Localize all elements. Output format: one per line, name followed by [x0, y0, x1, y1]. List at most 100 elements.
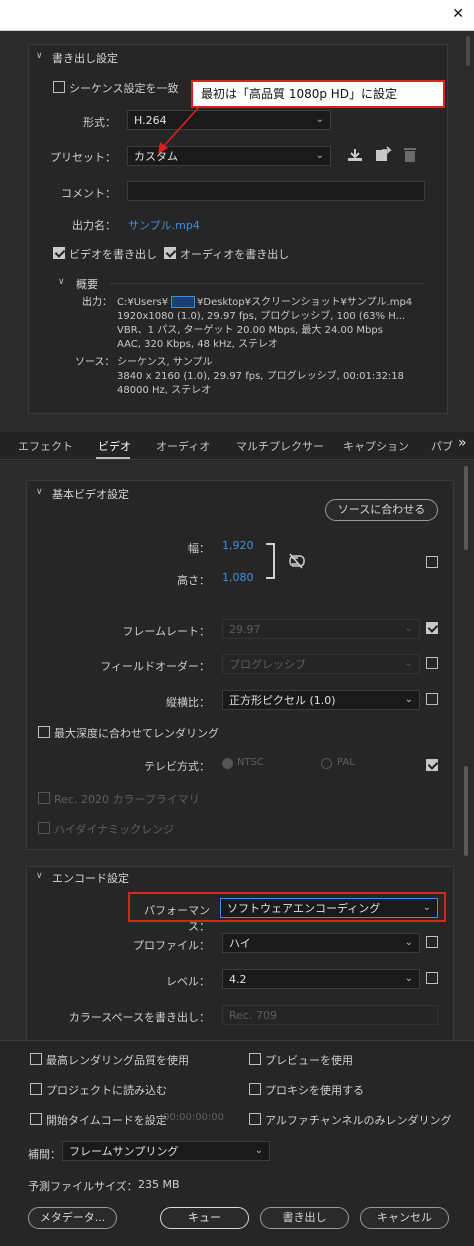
delete-preset-icon[interactable] [402, 146, 418, 163]
tab-bar: エフェクト ビデオ オーディオ マルチプレクサー キャプション パブ » [0, 432, 474, 460]
use-previews-checkbox[interactable] [249, 1053, 261, 1065]
queue-button[interactable]: キュー [160, 1207, 249, 1229]
callout-arrow [158, 105, 201, 154]
ntsc-label: NTSC [237, 757, 264, 768]
performance-label: パフォーマンス： [144, 904, 210, 933]
output-line-3: VBR、1 パス, ターゲット 20.00 Mbps, 最大 24.00 Mbp… [117, 325, 383, 336]
basic-video-header: 基本ビデオ設定 [52, 488, 129, 501]
source-line-2: 3840 x 2160 (1.0), 29.97 fps, プログレッシブ, 0… [117, 371, 405, 382]
max-render-quality-label: 最高レンダリング品質を使用 [46, 1054, 189, 1067]
rec2020-checkbox[interactable] [38, 792, 50, 804]
export-settings-header: 書き出し設定 [52, 52, 118, 65]
timecode-value[interactable]: 00:00:00:00 [163, 1112, 224, 1123]
source-key: ソース： [75, 357, 115, 368]
frame-rate-override-checkbox[interactable] [426, 622, 438, 634]
import-into-project-checkbox[interactable] [30, 1083, 42, 1095]
comment-input[interactable] [127, 181, 425, 201]
tab-multiplexer[interactable]: マルチプレクサー [236, 438, 324, 454]
pal-label: PAL [337, 757, 355, 768]
field-order-select[interactable]: プログレッシブ ⌄ [222, 654, 420, 674]
frame-rate-value: 29.97 [229, 623, 261, 636]
level-label: レベル： [166, 975, 210, 988]
estimated-size-value: 235 MB [138, 1178, 180, 1191]
field-order-override-checkbox[interactable] [426, 657, 438, 669]
max-depth-label: 最大深度に合わせてレンダリング [54, 727, 219, 740]
set-start-timecode-label: 開始タイムコードを設定 [46, 1114, 167, 1127]
colorspace-select[interactable]: Rec. 709 [222, 1005, 438, 1025]
chevron-down-icon: ⌄ [404, 694, 413, 705]
pal-radio[interactable] [321, 758, 332, 769]
chevron-down-icon[interactable]: ∨ [36, 51, 43, 61]
aspect-value: 正方形ピクセル (1.0) [229, 694, 336, 707]
level-override-checkbox[interactable] [426, 972, 438, 984]
active-tab-indicator [96, 457, 130, 459]
ntsc-radio[interactable] [222, 758, 233, 769]
tv-standard-label: テレビ方式： [144, 760, 210, 773]
export-video-checkbox[interactable] [53, 247, 65, 259]
width-value[interactable]: 1,920 [222, 539, 254, 552]
export-audio-checkbox[interactable] [164, 247, 176, 259]
set-start-timecode-checkbox[interactable] [30, 1113, 42, 1125]
use-proxies-checkbox[interactable] [249, 1083, 261, 1095]
cancel-button[interactable]: キャンセル [360, 1207, 449, 1229]
match-sequence-checkbox[interactable] [53, 81, 65, 93]
chevron-down-icon: ⌄ [315, 150, 324, 161]
output-name-link[interactable]: サンプル.mp4 [128, 217, 200, 233]
import-preset-icon[interactable] [374, 146, 392, 163]
chevron-down-icon[interactable]: ∨ [36, 487, 43, 497]
redacted-username [171, 296, 195, 308]
profile-select[interactable]: ハイ ⌄ [222, 933, 420, 953]
max-depth-checkbox[interactable] [38, 726, 50, 738]
link-dimensions-icon[interactable] [264, 542, 308, 582]
height-value[interactable]: 1,080 [222, 571, 254, 584]
interpolation-select[interactable]: フレームサンプリング ⌄ [62, 1141, 270, 1161]
video-scrollbar-thumb[interactable] [464, 766, 468, 856]
close-icon[interactable]: ✕ [452, 6, 464, 22]
match-sequence-label: シーケンス設定を一致 [69, 82, 179, 95]
chevron-down-icon: ⌄ [254, 1145, 263, 1156]
tv-standard-override-checkbox[interactable] [426, 759, 438, 771]
match-source-button[interactable]: ソースに合わせる [325, 499, 438, 521]
export-button[interactable]: 書き出し [260, 1207, 349, 1229]
chevron-down-icon: ⌄ [404, 973, 413, 984]
profile-override-checkbox[interactable] [426, 936, 438, 948]
annotation-callout: 最初は「高品質 1080p HD」に設定 [191, 80, 445, 108]
aspect-select[interactable]: 正方形ピクセル (1.0) ⌄ [222, 690, 420, 710]
tab-audio[interactable]: オーディオ [156, 438, 210, 454]
level-select[interactable]: 4.2 ⌄ [222, 969, 420, 989]
field-order-value: プログレッシブ [229, 658, 306, 671]
output-line-1a: C:¥Users¥ [117, 297, 169, 308]
encode-header: エンコード設定 [52, 872, 129, 885]
use-proxies-label: プロキシを使用する [265, 1084, 364, 1097]
import-into-project-label: プロジェクトに読み込む [46, 1084, 167, 1097]
alpha-only-label: アルファチャンネルのみレンダリング [265, 1114, 452, 1127]
estimated-size-label: 予測ファイルサイズ： [28, 1180, 138, 1193]
tab-video[interactable]: ビデオ [98, 438, 131, 454]
dimensions-override-checkbox[interactable] [426, 556, 438, 568]
tab-effects[interactable]: エフェクト [18, 438, 73, 454]
tab-publish[interactable]: パブ [431, 438, 453, 454]
aspect-override-checkbox[interactable] [426, 693, 438, 705]
summary-divider [110, 283, 424, 284]
chevron-down-icon: ⌄ [315, 114, 324, 125]
chevron-down-icon[interactable]: ∨ [36, 871, 43, 881]
save-preset-icon[interactable] [346, 147, 364, 163]
hdr-label: ハイダイナミックレンジ [54, 823, 175, 836]
performance-select[interactable]: ソフトウェアエンコーディング ⌄ [220, 898, 438, 918]
max-render-quality-checkbox[interactable] [30, 1053, 42, 1065]
metadata-button[interactable]: メタデータ... [28, 1207, 117, 1229]
profile-value: ハイ [229, 937, 251, 950]
video-scrollbar-top[interactable] [464, 466, 468, 550]
chevron-down-icon: ⌄ [404, 937, 413, 948]
field-order-label: フィールドオーダー： [100, 660, 210, 673]
profile-label: プロファイル： [133, 939, 210, 952]
tab-captions[interactable]: キャプション [343, 438, 409, 454]
colorspace-label: カラースペースを書き出し： [68, 1011, 210, 1024]
frame-rate-select[interactable]: 29.97 ⌄ [222, 619, 420, 639]
hdr-checkbox[interactable] [38, 822, 50, 834]
tabs-more-icon[interactable]: » [458, 435, 467, 451]
alpha-only-checkbox[interactable] [249, 1113, 261, 1125]
upper-scrollbar[interactable] [466, 36, 470, 66]
output-line-1b: ¥Desktop¥スクリーンショット¥サンプル.mp4 [197, 297, 413, 308]
chevron-down-icon[interactable]: ∨ [58, 277, 65, 287]
